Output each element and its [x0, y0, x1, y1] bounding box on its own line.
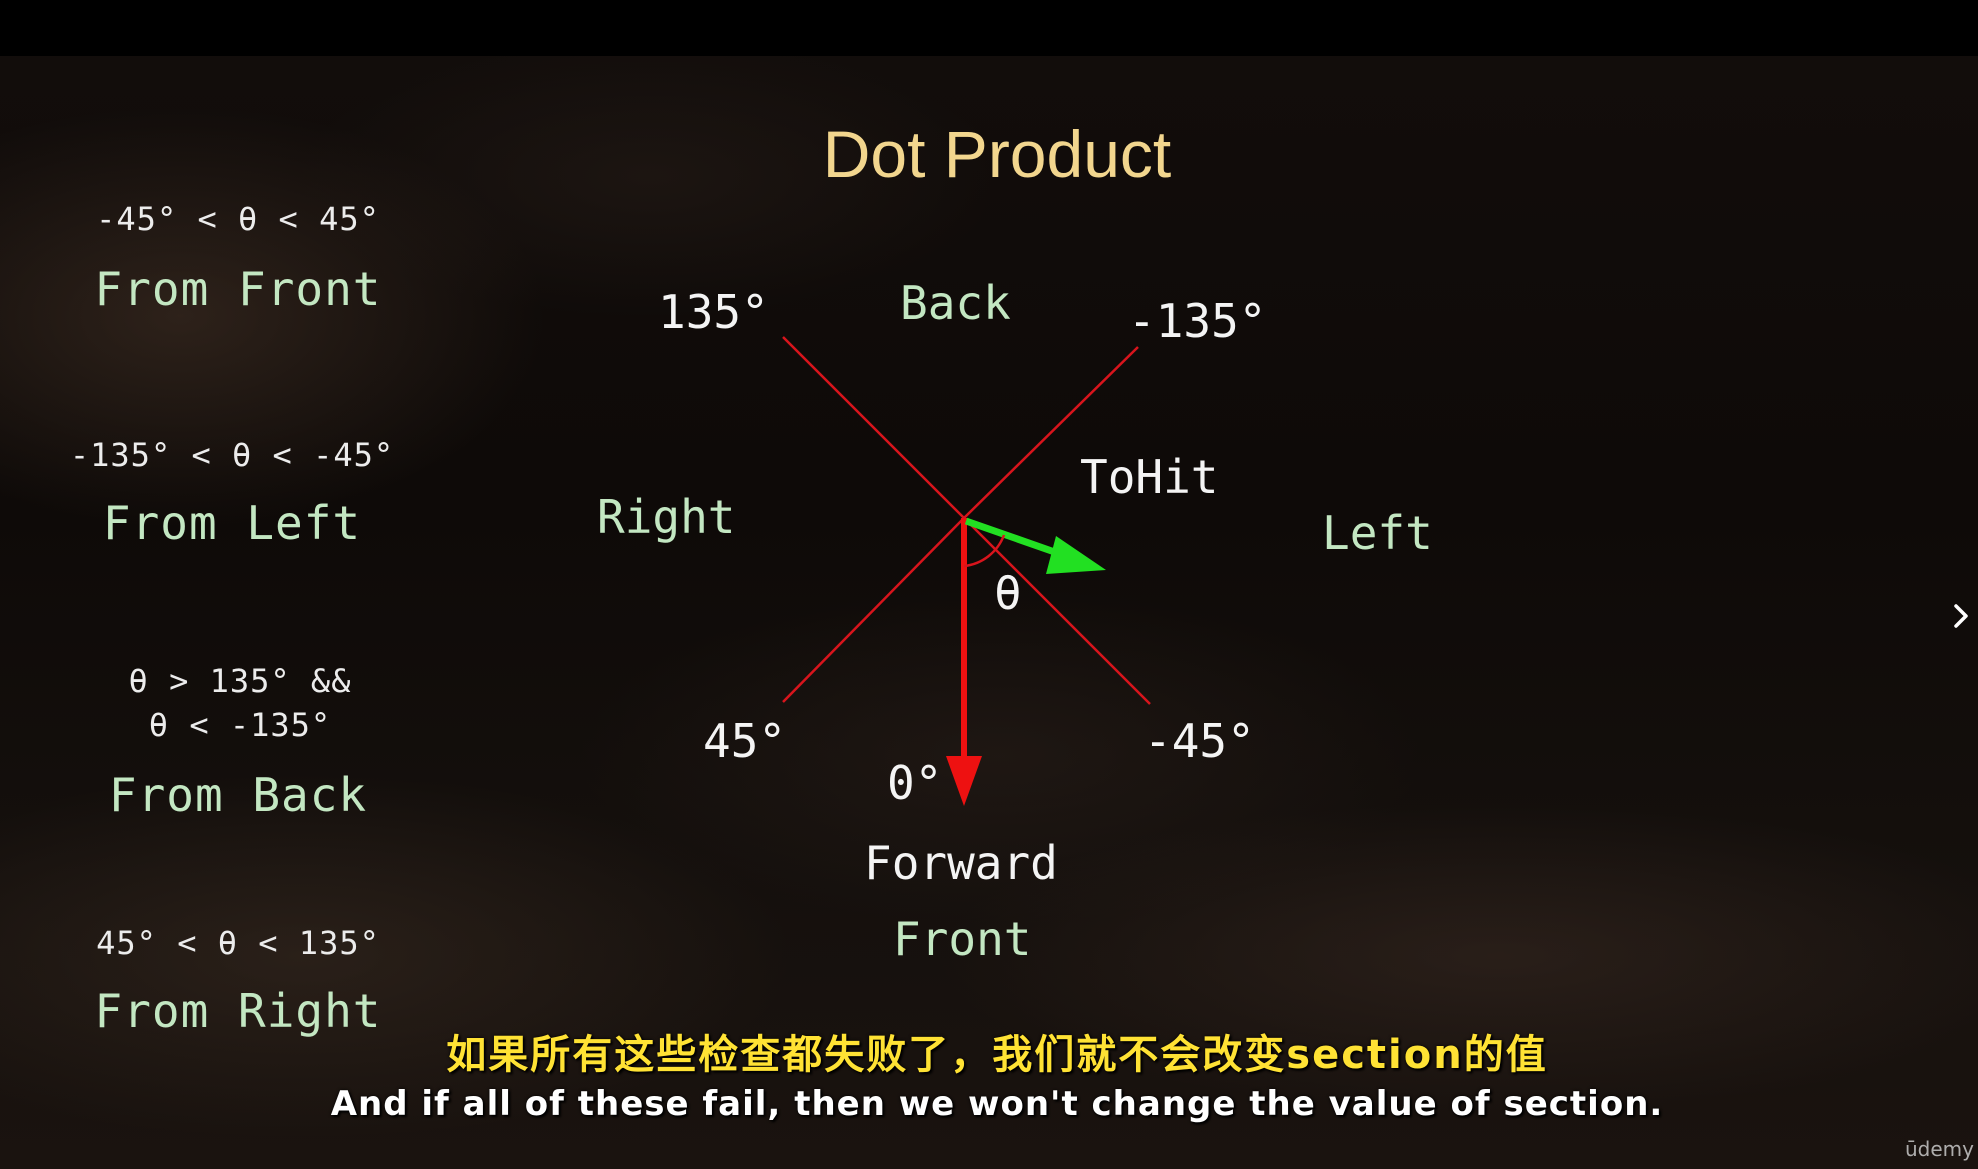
chevron-right-icon [1954, 604, 1968, 628]
tohit-label: ToHit [1080, 450, 1219, 504]
diagonal-line-back-right [782, 336, 965, 519]
direction-label-back: Back [900, 276, 1011, 330]
subtitle-english: And if all of these fail, then we won't … [330, 1084, 1664, 1124]
angle-label-135: 135° [658, 285, 769, 339]
angle-label-neg135: -135° [1128, 294, 1267, 348]
tohit-arrow-shaft [964, 517, 1068, 560]
tohit-arrow-head [1046, 536, 1106, 574]
direction-label-left: Left [1322, 506, 1433, 560]
dot-product-diagram [782, 336, 1151, 806]
angle-label-45: 45° [703, 714, 787, 768]
subtitle-chinese: 如果所有这些检查都失败了，我们就不会改变section的值 [446, 1032, 1548, 1078]
angle-label-neg45: -45° [1144, 714, 1255, 768]
direction-label-front: Front [893, 912, 1032, 966]
udemy-logo: ūdemy [1905, 1137, 1974, 1161]
diagonal-line-front-right [782, 517, 965, 703]
video-frame: Dot Product -45° < θ < 45° From Front -1… [0, 0, 1978, 1169]
next-slide-button[interactable] [1946, 596, 1976, 636]
forward-arrow-head [946, 756, 982, 806]
angle-label-0: 0° [887, 756, 943, 810]
forward-label: Forward [864, 836, 1058, 890]
direction-label-right: Right [597, 490, 736, 544]
theta-label: θ [994, 566, 1022, 620]
